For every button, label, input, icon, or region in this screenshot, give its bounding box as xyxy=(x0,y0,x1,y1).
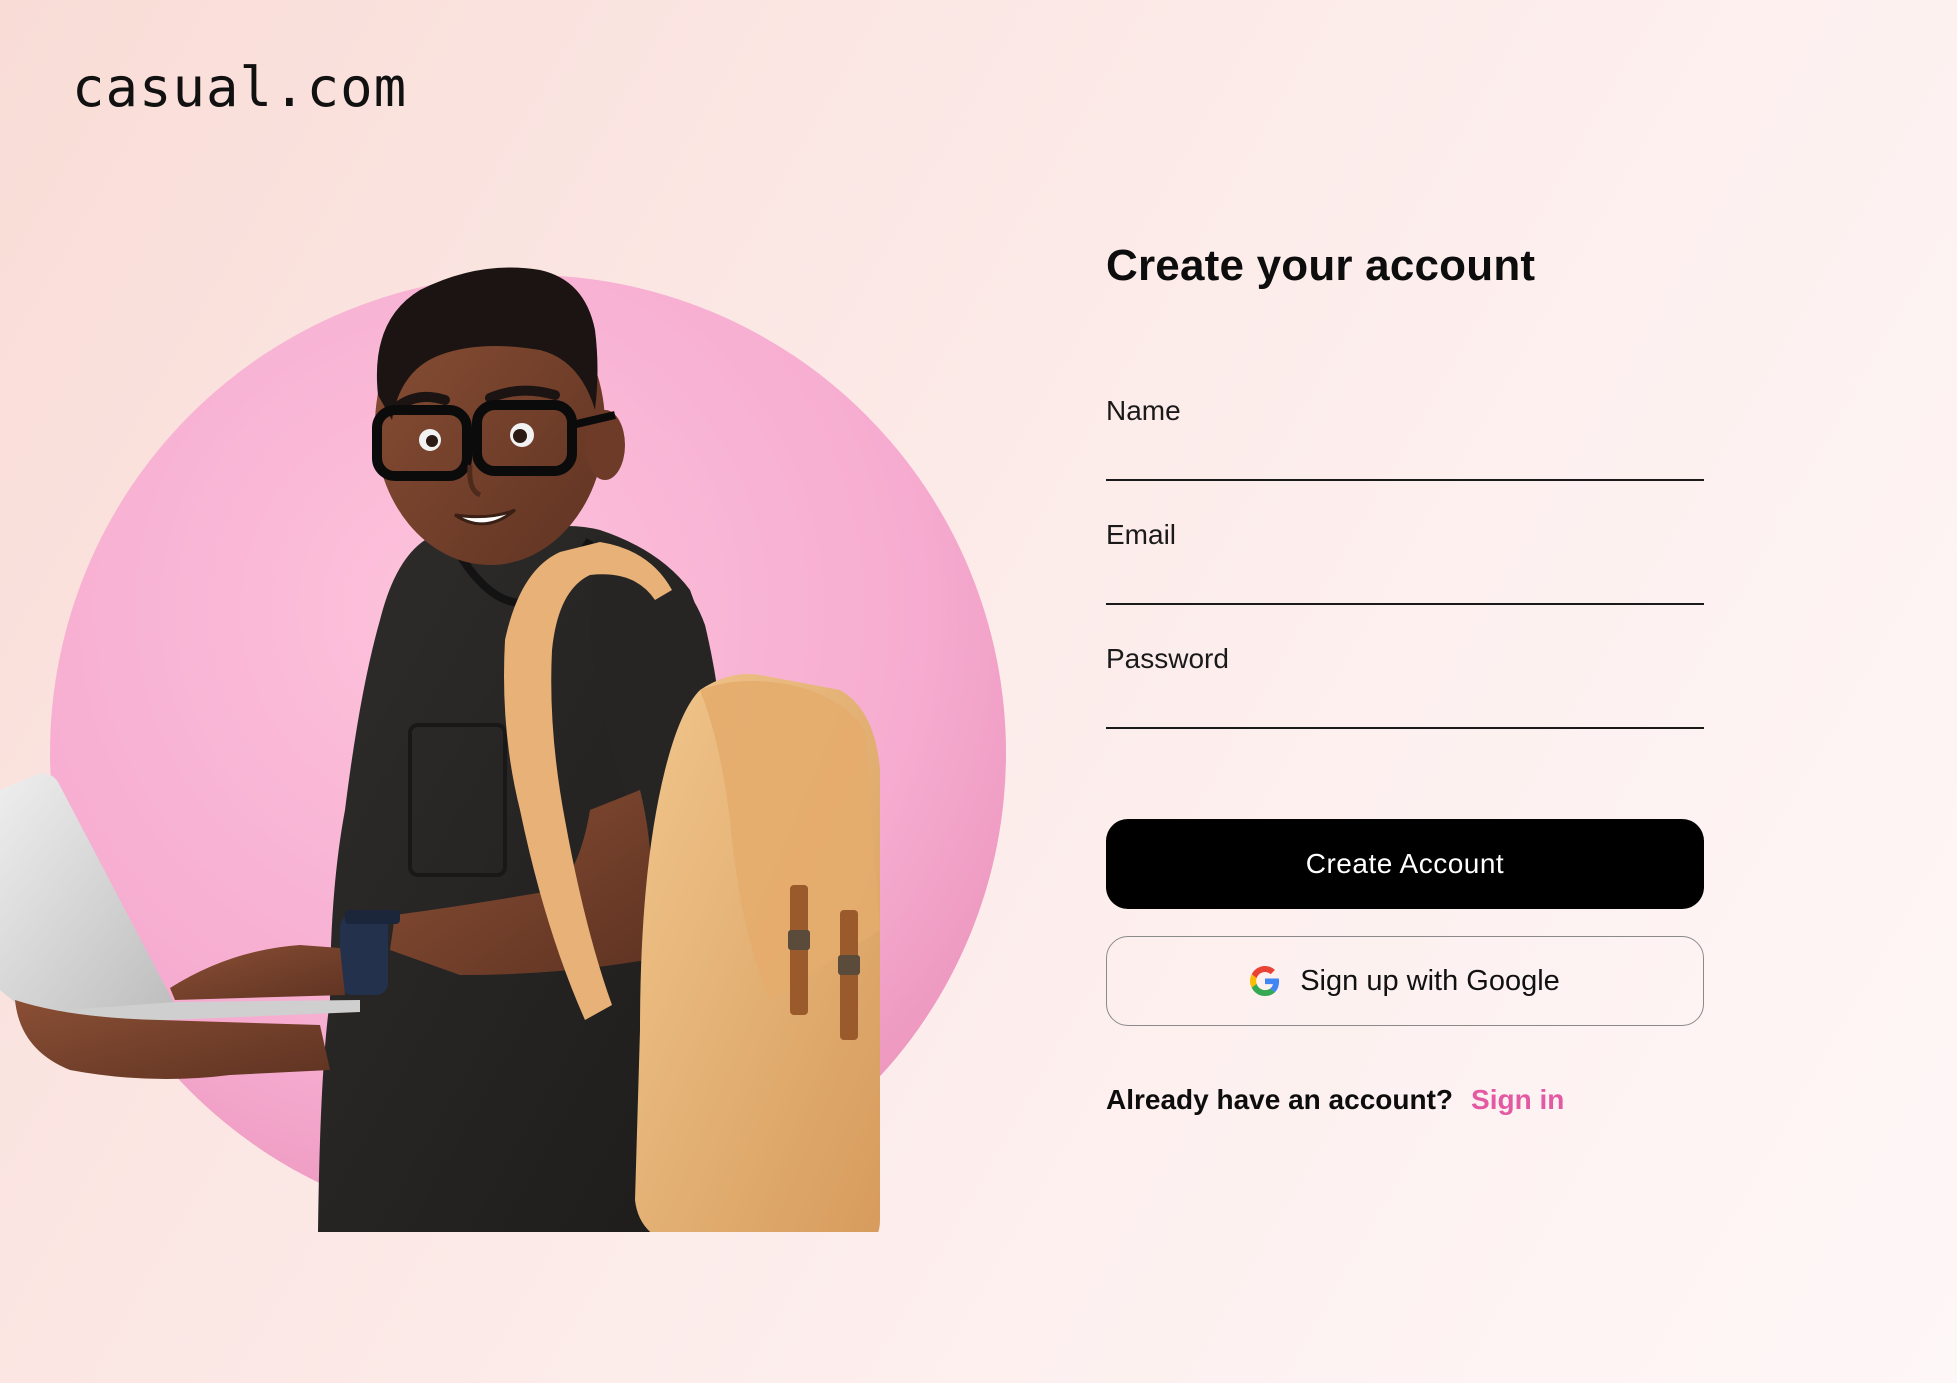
email-input[interactable] xyxy=(1106,559,1704,605)
google-icon xyxy=(1250,966,1280,996)
name-input[interactable] xyxy=(1106,435,1704,481)
create-account-button[interactable]: Create Account xyxy=(1106,819,1704,909)
signin-prompt-row: Already have an account? Sign in xyxy=(1106,1084,1564,1116)
person-with-laptop-illustration xyxy=(0,267,1006,1232)
signin-link[interactable]: Sign in xyxy=(1471,1084,1564,1115)
name-label: Name xyxy=(1106,395,1181,426)
password-label: Password xyxy=(1106,643,1229,674)
signin-question: Already have an account? xyxy=(1106,1084,1454,1115)
google-button-label: Sign up with Google xyxy=(1300,964,1560,997)
password-field: Password xyxy=(1106,643,1704,733)
brand-logo[interactable]: casual.com xyxy=(72,58,407,118)
form-title: Create your account xyxy=(1106,241,1536,290)
email-field: Email xyxy=(1106,519,1704,609)
hero-illustration xyxy=(0,170,1010,1250)
password-input[interactable] xyxy=(1106,683,1704,729)
google-signup-button[interactable]: Sign up with Google xyxy=(1106,936,1704,1026)
name-field: Name xyxy=(1106,395,1704,485)
signup-form: Create your account Name Email Password … xyxy=(1106,240,1704,1115)
email-label: Email xyxy=(1106,519,1177,550)
